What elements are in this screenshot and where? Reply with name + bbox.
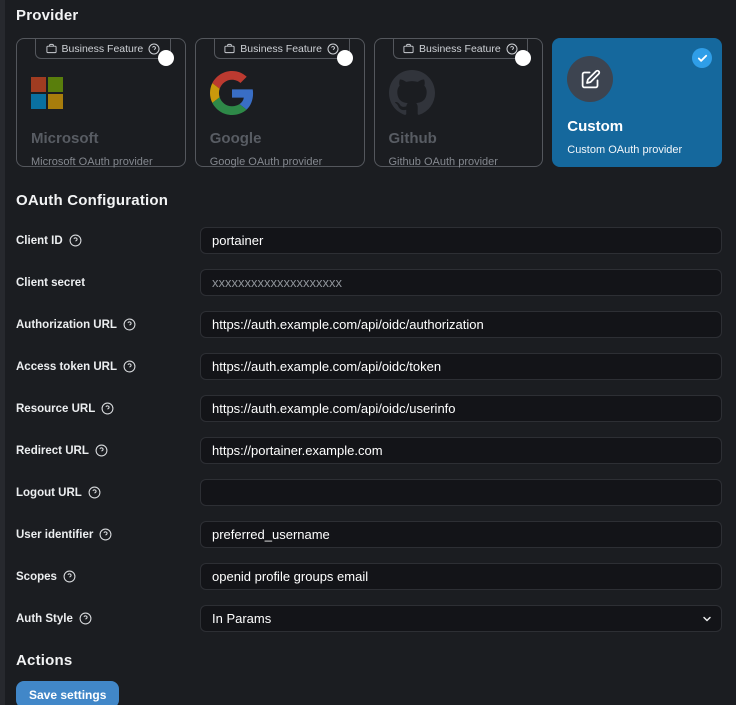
provider-card-title: Custom (567, 118, 709, 135)
oauth-section-heading: OAuth Configuration (16, 192, 722, 209)
provider-card-custom[interactable]: Custom Custom OAuth provider (552, 38, 722, 167)
scopes-input[interactable] (200, 563, 722, 590)
provider-card-title: Google (210, 130, 352, 147)
help-icon[interactable] (101, 402, 114, 415)
business-feature-label: Business Feature (419, 43, 501, 55)
briefcase-icon (403, 43, 414, 54)
logout-url-input[interactable] (200, 479, 722, 506)
google-logo-icon (210, 69, 352, 117)
radio-unselected[interactable] (515, 50, 531, 66)
help-icon[interactable] (123, 360, 136, 373)
resource-url-input[interactable] (200, 395, 722, 422)
field-label: User identifier (16, 528, 200, 541)
authorization-url-input[interactable] (200, 311, 722, 338)
help-icon[interactable] (63, 570, 76, 583)
oauth-settings-panel: Provider Business Feature Microsoft Micr… (0, 0, 736, 705)
form-row-access-token-url: Access token URL (16, 353, 722, 380)
custom-edit-icon (567, 55, 709, 103)
field-label: Scopes (16, 570, 200, 583)
client-id-input[interactable] (200, 227, 722, 254)
business-feature-label: Business Feature (62, 43, 144, 55)
field-label: Redirect URL (16, 444, 200, 457)
radio-unselected[interactable] (158, 50, 174, 66)
business-feature-label: Business Feature (240, 43, 322, 55)
github-logo-icon (389, 69, 531, 117)
field-label: Authorization URL (16, 318, 200, 331)
help-icon[interactable] (88, 486, 101, 499)
business-feature-badge: Business Feature (35, 38, 171, 59)
provider-card-title: Github (389, 130, 531, 147)
provider-card-description: Custom OAuth provider (567, 144, 709, 156)
field-label: Resource URL (16, 402, 200, 415)
form-row-client-id: Client ID (16, 227, 722, 254)
form-row-client-secret: Client secret (16, 269, 722, 296)
business-feature-badge: Business Feature (214, 38, 350, 59)
form-row-authorization-url: Authorization URL (16, 311, 722, 338)
redirect-url-input[interactable] (200, 437, 722, 464)
microsoft-logo-icon (31, 69, 173, 117)
business-feature-badge: Business Feature (393, 38, 529, 59)
form-row-resource-url: Resource URL (16, 395, 722, 422)
help-icon[interactable] (69, 234, 82, 247)
form-row-user-identifier: User identifier (16, 521, 722, 548)
provider-card-description: Google OAuth provider (210, 156, 352, 168)
auth-style-select[interactable]: In Params (200, 605, 722, 632)
provider-cards: Business Feature Microsoft Microsoft OAu… (16, 38, 722, 167)
radio-unselected[interactable] (337, 50, 353, 66)
form-row-auth-style: Auth Style In Params (16, 605, 722, 632)
provider-card-microsoft[interactable]: Business Feature Microsoft Microsoft OAu… (16, 38, 186, 167)
save-settings-button[interactable]: Save settings (16, 681, 119, 705)
client-secret-input[interactable] (200, 269, 722, 296)
field-label: Client secret (16, 277, 200, 289)
help-icon[interactable] (79, 612, 92, 625)
briefcase-icon (46, 43, 57, 54)
field-label: Logout URL (16, 486, 200, 499)
question-circle-icon[interactable] (327, 43, 339, 55)
user-identifier-input[interactable] (200, 521, 722, 548)
panel-edge (0, 0, 5, 705)
help-icon[interactable] (123, 318, 136, 331)
form-row-scopes: Scopes (16, 563, 722, 590)
provider-card-title: Microsoft (31, 130, 173, 147)
field-label: Access token URL (16, 360, 200, 373)
provider-card-description: Github OAuth provider (389, 156, 531, 168)
briefcase-icon (224, 43, 235, 54)
form-row-logout-url: Logout URL (16, 479, 722, 506)
form-row-redirect-url: Redirect URL (16, 437, 722, 464)
actions-section-heading: Actions (16, 652, 722, 669)
field-label: Auth Style (16, 612, 200, 625)
selected-check-icon (692, 48, 712, 68)
access-token-url-input[interactable] (200, 353, 722, 380)
provider-section-heading: Provider (16, 7, 722, 24)
provider-card-google[interactable]: Business Feature Google Google OAuth pro… (195, 38, 365, 167)
provider-card-description: Microsoft OAuth provider (31, 156, 173, 168)
help-icon[interactable] (99, 528, 112, 541)
help-icon[interactable] (95, 444, 108, 457)
field-label: Client ID (16, 234, 200, 247)
provider-card-github[interactable]: Business Feature Github Github OAuth pro… (374, 38, 544, 167)
